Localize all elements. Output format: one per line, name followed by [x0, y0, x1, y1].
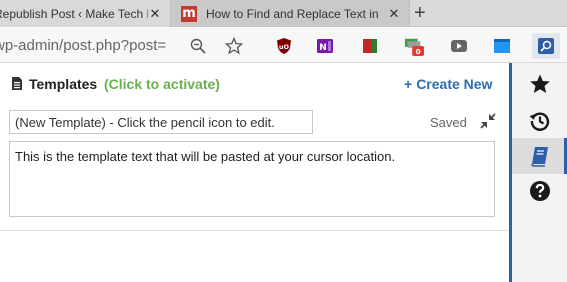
- history-button[interactable]: [512, 103, 567, 139]
- notification-badge: 0: [416, 47, 421, 56]
- notifier-icon[interactable]: 0: [404, 36, 424, 56]
- compress-icon[interactable]: [480, 113, 496, 129]
- onenote-clipper-icon[interactable]: N: [315, 36, 335, 56]
- video-icon[interactable]: [449, 36, 469, 56]
- zoom-icon[interactable]: [188, 36, 208, 56]
- tab-republish-post[interactable]: Republish Post ‹ Make Tech Easier ✕: [0, 0, 170, 27]
- favorites-button[interactable]: [512, 66, 567, 102]
- panel-title: Templates: [29, 76, 98, 92]
- new-tab-button[interactable]: +: [414, 2, 426, 24]
- site-favicon: m: [181, 5, 197, 22]
- library-button[interactable]: [512, 138, 567, 174]
- create-new-button[interactable]: + Create New: [404, 76, 492, 92]
- sidebar: [512, 63, 567, 282]
- window-icon[interactable]: [492, 36, 512, 56]
- save-status: Saved: [430, 115, 467, 130]
- close-icon[interactable]: ✕: [387, 6, 401, 21]
- help-icon: [529, 181, 550, 201]
- create-new-label: Create New: [416, 76, 493, 92]
- templates-panel: Templates (Click to activate) + Create Ne…: [0, 64, 510, 282]
- svg-text:N: N: [319, 43, 327, 53]
- tab-find-replace[interactable]: m How to Find and Replace Text in ✕: [170, 0, 410, 27]
- divider: [0, 230, 510, 231]
- document-icon: [12, 77, 22, 90]
- favorite-star-icon[interactable]: [224, 36, 244, 56]
- activate-link[interactable]: (Click to activate): [104, 76, 220, 92]
- url-field[interactable]: wp-admin/post.php?post=: [0, 37, 166, 54]
- tab-strip: Republish Post ‹ Make Tech Easier ✕ m Ho…: [0, 0, 567, 27]
- red-book-icon[interactable]: [360, 36, 380, 56]
- history-icon: [528, 112, 549, 131]
- close-icon[interactable]: ✕: [148, 6, 162, 21]
- book-icon: [530, 147, 548, 167]
- address-bar: wp-admin/post.php?post= uO N 0: [0, 28, 567, 63]
- plus-icon: +: [404, 76, 413, 92]
- tab-title: How to Find and Replace Text in: [206, 6, 379, 21]
- star-icon: [529, 74, 550, 93]
- tab-title: Republish Post ‹ Make Tech Easier: [0, 6, 148, 21]
- ublock-origin-icon[interactable]: uO: [274, 36, 294, 56]
- template-name-input[interactable]: [9, 110, 313, 134]
- svg-text:uO: uO: [279, 43, 290, 51]
- help-button[interactable]: [512, 173, 567, 209]
- text-blaze-search-icon[interactable]: [532, 33, 560, 59]
- panel-header: Templates (Click to activate) + Create Ne…: [0, 64, 510, 104]
- template-text-editor[interactable]: This is the template text that will be p…: [9, 141, 495, 217]
